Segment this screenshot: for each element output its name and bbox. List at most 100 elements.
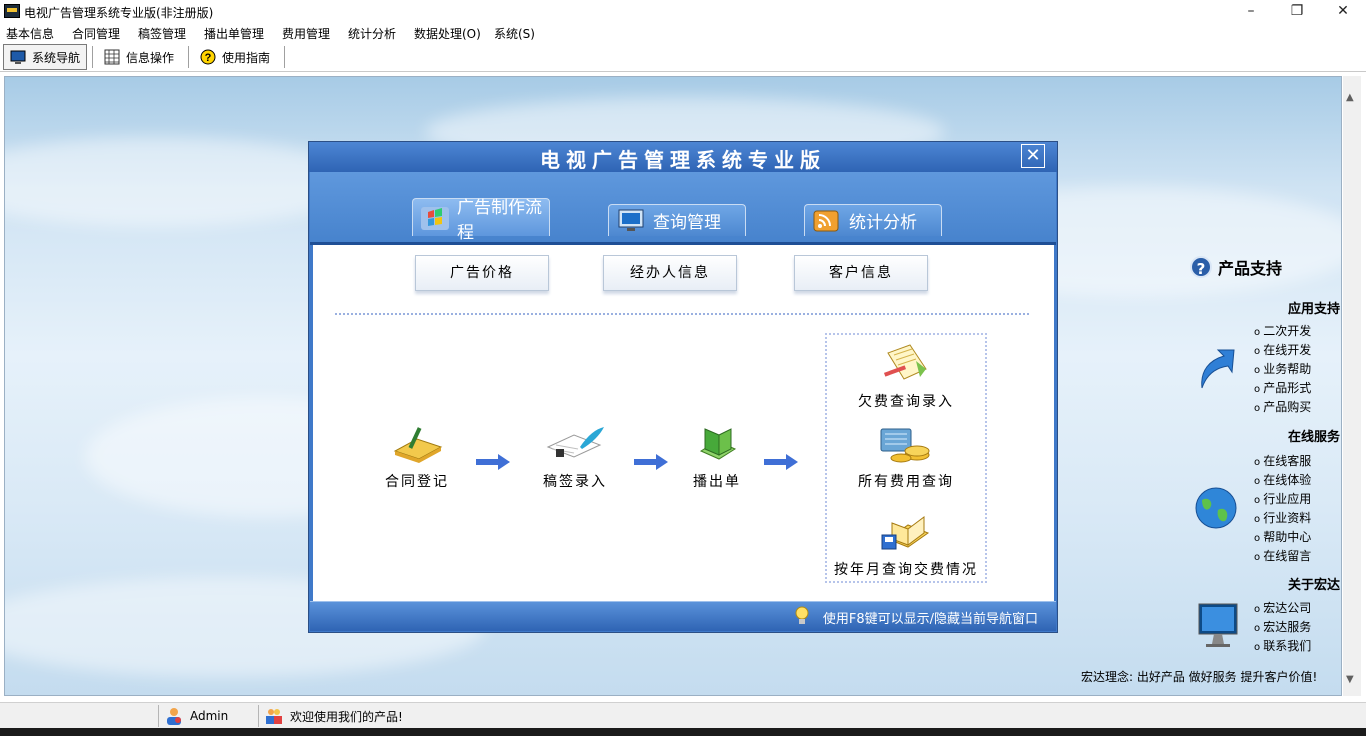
tab-statistics[interactable]: 统计分析 <box>804 204 942 236</box>
users-group-icon <box>266 709 282 724</box>
company-motto: 宏达理念: 出好产品 做好服务 提升客户价值! <box>1081 670 1318 684</box>
status-welcome-text: 欢迎使用我们的产品! <box>290 709 403 724</box>
dotted-divider <box>335 313 1029 315</box>
monthly-payment-query-item[interactable]: 按年月查询交费情况 <box>827 509 985 579</box>
toolbar: 系统导航 信息操作 ? 使用指南 <box>0 42 1366 72</box>
book-disk-icon <box>881 516 930 550</box>
help-icon: ? <box>200 49 216 65</box>
info-operation-button[interactable]: 信息操作 <box>98 44 180 70</box>
product-support-heading: ? 产品支持 <box>1190 255 1282 279</box>
feed-icon <box>811 209 843 233</box>
status-welcome: 欢迎使用我们的产品! <box>264 706 403 726</box>
link-product-form[interactable]: 产品形式 <box>1254 379 1311 396</box>
link-hongda-service[interactable]: 宏达服务 <box>1254 618 1311 635</box>
toolbar-divider <box>92 46 93 68</box>
status-user: Admin <box>164 706 228 726</box>
monitor-screen-icon <box>1198 603 1238 647</box>
draft-entry-item[interactable]: 稿签录入 <box>539 425 611 491</box>
scroll-up-icon[interactable]: ▲ <box>1346 92 1354 103</box>
status-user-name: Admin <box>190 709 229 723</box>
agent-info-button[interactable]: 经办人信息 <box>603 255 737 291</box>
link-online-support[interactable]: 在线客服 <box>1254 452 1311 469</box>
monthly-payment-query-label: 按年月查询交费情况 <box>834 562 978 578</box>
dialog-close-button[interactable]: ✕ <box>1021 144 1045 168</box>
menu-contract[interactable]: 合同管理 <box>72 25 120 42</box>
lightbulb-icon <box>795 606 809 624</box>
svg-text:?: ? <box>205 52 212 64</box>
menu-data-processing[interactable]: 数据处理(O) <box>414 25 481 42</box>
menu-broadcast-list[interactable]: 播出单管理 <box>204 25 264 42</box>
link-online-development[interactable]: 在线开发 <box>1254 341 1311 358</box>
tab-statistics-label: 统计分析 <box>849 213 917 233</box>
customer-info-button[interactable]: 客户信息 <box>794 255 928 291</box>
menu-system[interactable]: 系统(S) <box>494 25 535 42</box>
vertical-scrollbar[interactable]: ▲ ▼ <box>1343 76 1361 696</box>
maximize-button[interactable]: ❐ <box>1274 0 1320 24</box>
computer-icon <box>615 209 647 233</box>
user-icon <box>167 708 181 725</box>
tab-query-management[interactable]: 查询管理 <box>608 204 746 236</box>
menu-fees[interactable]: 费用管理 <box>282 25 330 42</box>
window-title: 电视广告管理系统专业版(非注册版) <box>24 6 214 20</box>
link-help-center[interactable]: 帮助中心 <box>1254 528 1311 545</box>
window-logo-icon <box>419 204 451 232</box>
status-bar: Admin 欢迎使用我们的产品! <box>0 702 1366 728</box>
tab-ad-production-flow-label: 广告制作流程 <box>457 197 542 243</box>
blue-arrow-icon <box>1201 349 1235 389</box>
f8-hint-text: 使用F8键可以显示/隐藏当前导航窗口 <box>822 612 1038 627</box>
status-divider <box>258 705 259 727</box>
section-head-about: 关于宏达 <box>1287 578 1340 593</box>
link-hongda-company[interactable]: 宏达公司 <box>1254 599 1311 616</box>
question-icon: ? <box>1190 256 1212 278</box>
section-head-app-support: 应用支持 <box>1287 302 1340 317</box>
close-button[interactable]: ✕ <box>1320 0 1366 24</box>
contract-register-item[interactable]: 合同登记 <box>381 425 453 491</box>
title-bar: 电视广告管理系统专业版(非注册版) – ❐ ✕ <box>0 0 1366 24</box>
dialog-body: 广告价格 经办人信息 客户信息 合同登记 稿签录入 播出单 欠费查询录入 所有费… <box>313 245 1054 601</box>
notebook-icon <box>883 344 927 380</box>
user-guide-button[interactable]: ? 使用指南 <box>194 44 276 70</box>
link-online-message[interactable]: 在线留言 <box>1254 547 1311 564</box>
minimize-button[interactable]: – <box>1228 0 1274 24</box>
monitor-icon <box>10 49 26 65</box>
arrears-query-label: 欠费查询录入 <box>858 394 954 410</box>
dialog-header: 电视广告管理系统专业版 ✕ <box>309 142 1057 172</box>
link-secondary-development[interactable]: 二次开发 <box>1254 322 1311 339</box>
link-business-help[interactable]: 业务帮助 <box>1254 360 1311 377</box>
dialog-footer: 使用F8键可以显示/隐藏当前导航窗口 <box>310 601 1056 631</box>
toolbar-divider <box>284 46 285 68</box>
flow-arrow-icon <box>476 454 510 470</box>
user-guide-label: 使用指南 <box>222 50 271 65</box>
globe-icon <box>1195 487 1237 529</box>
tab-query-management-label: 查询管理 <box>653 213 721 233</box>
contract-book-icon <box>393 427 443 463</box>
coins-calculator-icon <box>880 428 930 463</box>
menu-statistics[interactable]: 统计分析 <box>348 25 396 42</box>
link-product-purchase[interactable]: 产品购买 <box>1254 398 1311 415</box>
link-industry-materials[interactable]: 行业资料 <box>1254 509 1311 526</box>
scroll-down-icon[interactable]: ▼ <box>1346 674 1354 685</box>
menu-basic-info[interactable]: 基本信息 <box>6 25 54 42</box>
tab-ad-production-flow[interactable]: 广告制作流程 <box>412 198 550 243</box>
status-divider <box>158 705 159 727</box>
all-fees-query-item[interactable]: 所有费用查询 <box>841 425 971 491</box>
menu-bar: 基本信息 合同管理 稿签管理 播出单管理 费用管理 统计分析 数据处理(O) 系… <box>0 24 1366 42</box>
flow-arrow-icon <box>634 454 668 470</box>
draft-entry-label: 稿签录入 <box>543 474 607 490</box>
link-industry-application[interactable]: 行业应用 <box>1254 490 1311 507</box>
broadcast-list-item[interactable]: 播出单 <box>687 421 747 491</box>
flow-arrow-icon <box>764 454 798 470</box>
ad-price-button[interactable]: 广告价格 <box>415 255 549 291</box>
link-contact-us[interactable]: 联系我们 <box>1254 637 1311 654</box>
info-operation-label: 信息操作 <box>126 50 175 65</box>
arrears-query-item[interactable]: 欠费查询录入 <box>841 341 971 411</box>
taskbar <box>0 728 1366 736</box>
green-book-icon <box>699 428 737 460</box>
paper-quill-icon <box>546 427 604 458</box>
link-online-experience[interactable]: 在线体验 <box>1254 471 1311 488</box>
dialog-title: 电视广告管理系统专业版 <box>540 148 826 172</box>
app-icon <box>4 4 20 18</box>
system-nav-button[interactable]: 系统导航 <box>3 44 88 70</box>
system-nav-label: 系统导航 <box>32 50 81 65</box>
menu-draft[interactable]: 稿签管理 <box>138 25 186 42</box>
